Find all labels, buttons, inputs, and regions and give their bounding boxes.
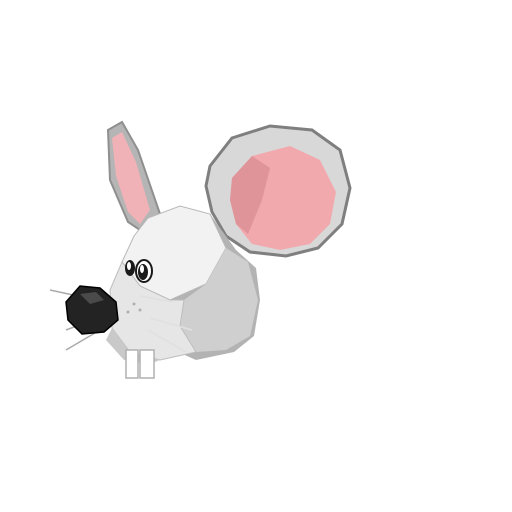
mouse-illustration xyxy=(49,120,352,379)
whisker-dot xyxy=(138,308,142,312)
right-ear xyxy=(204,124,352,258)
left-eye-highlight xyxy=(127,262,131,270)
whisker-dot xyxy=(126,310,130,314)
tooth-left xyxy=(125,349,139,379)
teeth xyxy=(125,349,155,379)
tooth-right xyxy=(139,349,155,379)
right-eye-highlight xyxy=(140,265,144,273)
whisker-dot xyxy=(132,302,136,306)
